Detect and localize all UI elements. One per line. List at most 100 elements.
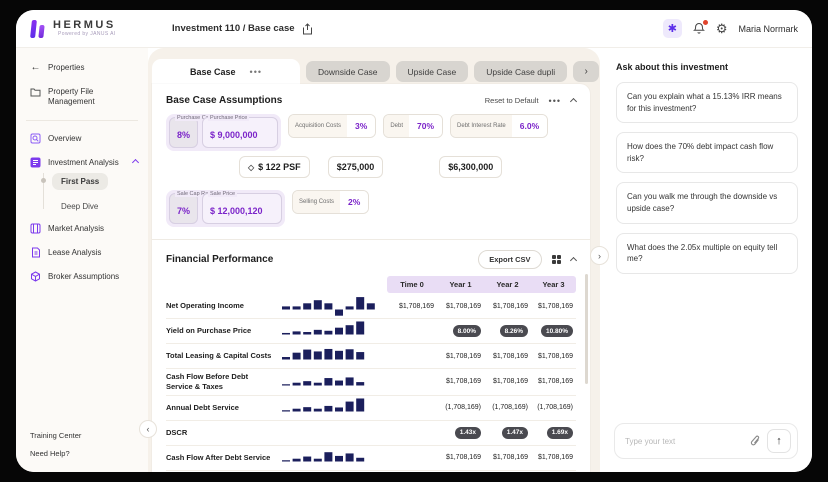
need-help-link[interactable]: Need Help? [30,449,81,458]
row-value: $1,708,169 [531,303,576,310]
selling-costs-field[interactable]: Selling Costs 2% [292,190,369,214]
sidebar-item-broker-assumptions[interactable]: Broker Assumptions [30,271,138,282]
row-value: $1,708,169 [484,303,531,310]
performance-table-body: Net Operating Income$1,708,169$1,708,169… [166,294,576,471]
investment-analysis-icon [30,157,41,168]
tab-downside-case[interactable]: Downside Case [306,61,390,82]
scenario-tabs: Base Case ••• Downside Case Upside Case … [152,59,590,84]
sidebar-item-overview[interactable]: Overview [30,133,138,144]
notifications-bell-icon[interactable] [693,22,705,35]
ai-assistant-button[interactable]: ✱ [663,19,682,38]
share-icon[interactable] [302,23,313,35]
investment-analysis-subtree: First Pass Deep Dive [30,173,138,213]
chat-text-input[interactable] [625,437,750,446]
suggested-question[interactable]: What does the 2.05x multiple on equity t… [616,233,798,274]
tab-base-case[interactable]: Base Case ••• [152,59,300,84]
suggested-question[interactable]: Can you explain what a 15.13% IRR means … [616,82,798,123]
row-value: $1,708,169 [437,353,484,360]
diamond-icon: ◇ [248,163,254,172]
debt-interest-rate-field[interactable]: Debt Interest Rate 6.0% [450,114,548,138]
suggested-question[interactable]: Can you walk me through the downside vs … [616,182,798,223]
tab-upside-case-duplicate[interactable]: Upside Case dupli [474,61,567,82]
row-value: $1,708,169 [437,303,484,310]
debt-amount[interactable]: $6,300,000 [439,156,502,178]
row-value: (1,708,169) [437,404,484,411]
overview-icon [30,133,41,144]
row-value: (1,708,169) [484,404,531,411]
row-value: (1,708,169) [531,404,576,411]
topbar: HERMUS Powered by JANUS AI Investment 11… [16,10,812,48]
table-row: Yield on Purchase Price8.00%8.26%10.80% [166,319,576,344]
app-logo[interactable]: HERMUS Powered by JANUS AI [30,20,148,38]
column-header: Time 0 [387,280,437,289]
sidebar-item-file-management[interactable]: Property File Management [30,86,138,107]
sidebar-subitem-deep-dive[interactable]: Deep Dive [52,200,138,213]
sidebar-item-lease-analysis[interactable]: Lease Analysis [30,247,138,258]
purchase-group: Purchase Cap Rate 8% Purchase Price $ 9,… [166,114,281,151]
brand-tagline: Powered by JANUS AI [53,31,116,37]
sidebar-collapse-button[interactable]: ‹ [139,420,157,438]
row-label: DSCR [166,425,278,441]
scenario-card: Base Case Assumptions Reset to Default •… [152,84,590,472]
row-value: $1,708,169 [484,454,531,461]
settings-gear-icon[interactable]: ⚙ [716,22,728,35]
sparkline-chart [278,319,387,343]
chevron-up-icon [132,159,139,166]
card-scrollbar[interactable] [585,274,588,384]
acquisition-costs-field[interactable]: Acquisition Costs 3% [288,114,376,138]
row-label: Cash Flow Before Debt Service & Taxes [166,369,278,395]
app-window: HERMUS Powered by JANUS AI Investment 11… [16,10,812,472]
sale-group: Sale Cap Rate 7% Sale Price $ 12,000,120 [166,190,285,227]
row-value: $1,708,169 [484,353,531,360]
performance-table: Time 0 Year 1 Year 2 Year 3 Net Operatin… [166,276,576,471]
row-label: Annual Debt Service [166,400,278,416]
expand-grid-icon[interactable] [552,255,562,265]
row-value: $1,708,169 [387,303,437,310]
market-analysis-icon [30,223,41,234]
row-value: 8.26% [484,325,531,337]
row-label: Total Leasing & Capital Costs [166,348,278,364]
sidebar-item-properties[interactable]: ← Properties [30,62,138,73]
performance-title: Financial Performance [166,254,273,265]
tab-upside-case[interactable]: Upside Case [396,61,469,82]
assumptions-menu-icon[interactable]: ••• [549,96,561,106]
back-arrow-icon: ← [30,62,41,73]
purchase-cap-rate-field[interactable]: Purchase Cap Rate 8% [169,117,198,148]
attach-paperclip-icon[interactable] [750,435,761,447]
export-csv-button[interactable]: Export CSV [478,250,541,269]
user-name[interactable]: Maria Normark [738,24,798,34]
reset-to-default-button[interactable]: Reset to Default [485,96,539,105]
table-row: DSCR1.43x1.47x1.69x [166,421,576,446]
sale-cap-rate-field[interactable]: Sale Cap Rate 7% [169,193,198,224]
purchase-price-field[interactable]: Purchase Price $ 9,000,000 [202,117,278,148]
sale-price-field[interactable]: Sale Price $ 12,000,120 [202,193,282,224]
table-row: Total Leasing & Capital Costs $1,708,169$… [166,344,576,369]
lease-analysis-icon [30,247,41,258]
sidebar-item-market-analysis[interactable]: Market Analysis [30,223,138,234]
sidebar-item-investment-analysis[interactable]: Investment Analysis [30,157,138,168]
sparkline-chart [278,396,387,420]
chat-collapse-button[interactable]: › [590,246,609,265]
tab-options-icon[interactable]: ••• [250,67,262,77]
performance-collapse-icon[interactable] [570,257,577,264]
tabs-scroll-right-button[interactable]: › [573,61,599,82]
assumptions-collapse-icon[interactable] [570,98,577,105]
row-value: $1,708,169 [437,378,484,385]
main-area: Base Case ••• Downside Case Upside Case … [148,48,600,472]
sidebar-subitem-first-pass[interactable]: First Pass [52,173,138,190]
debt-field[interactable]: Debt 70% [383,114,443,138]
broker-assumptions-icon [30,271,41,282]
notification-badge [702,19,709,26]
training-center-link[interactable]: Training Center [30,431,81,440]
chat-panel: › Ask about this investment Can you expl… [600,48,812,472]
acquisition-costs-amount[interactable]: $275,000 [328,156,384,178]
sidebar: ← Properties Property File Management Ov… [16,48,148,472]
row-value: $1,708,169 [437,454,484,461]
assumptions-title: Base Case Assumptions [166,95,282,106]
tree-dot [41,178,46,183]
row-value: $1,708,169 [531,378,576,385]
row-value: 8.00% [437,325,484,337]
suggested-question[interactable]: How does the 70% debt impact cash flow r… [616,132,798,173]
folder-icon [30,86,41,97]
send-button[interactable]: ↑ [767,429,791,453]
